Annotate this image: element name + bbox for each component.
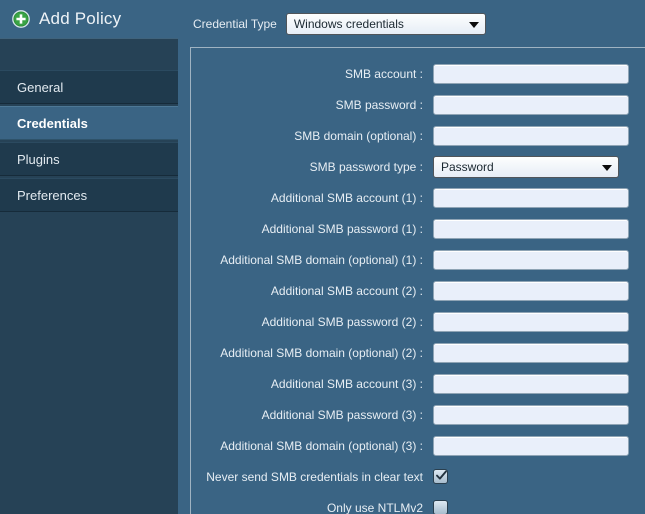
add-circle-icon (12, 10, 30, 28)
sidebar-item-label: General (17, 79, 64, 95)
credentials-form: SMB account : SMB password : SMB domain (o… (191, 48, 645, 514)
credential-type-row: Credential Type Windows credentials (193, 13, 486, 35)
credential-type-select-value[interactable]: Windows credentials (285, 13, 486, 35)
sidebar-item-label: Preferences (17, 187, 88, 203)
field-label: SMB password : (335, 97, 423, 112)
credential-type-select[interactable]: Windows credentials (285, 13, 486, 35)
text-input[interactable] (433, 435, 629, 456)
field-label: SMB account : (344, 66, 423, 81)
field-label: Never send SMB credentials in clear text (206, 469, 423, 484)
credential-type-label: Credential Type (193, 17, 277, 31)
form-row: Never send SMB credentials in clear text (191, 461, 645, 492)
text-input[interactable] (433, 373, 629, 394)
text-input[interactable] (433, 63, 629, 84)
field-label: Additional SMB account (3) : (270, 376, 423, 391)
checkbox[interactable] (433, 500, 448, 514)
field-label: Additional SMB account (1) : (270, 190, 423, 205)
add-policy-window: Add Policy Credential Type Windows crede… (0, 0, 645, 514)
text-input[interactable] (433, 311, 629, 332)
field-label: SMB password type : (309, 159, 423, 174)
select-value[interactable]: Password (433, 155, 619, 178)
form-row: SMB password : (191, 89, 645, 120)
sidebar-item-credentials[interactable]: Credentials (0, 106, 178, 140)
field-label: Additional SMB domain (optional) (3) : (220, 438, 423, 453)
form-row: Additional SMB password (2) : (191, 306, 645, 337)
text-input[interactable] (433, 280, 629, 301)
check-icon (436, 470, 447, 480)
form-row: Additional SMB domain (optional) (1) : (191, 244, 645, 275)
form-row: SMB password type : Password (191, 151, 645, 182)
text-input[interactable] (433, 218, 629, 239)
form-row: Additional SMB password (3) : (191, 399, 645, 430)
page-title: Add Policy (12, 4, 121, 34)
text-input[interactable] (433, 94, 629, 115)
field-label: Additional SMB password (1) : (261, 221, 423, 236)
text-input[interactable] (433, 342, 629, 363)
sidebar: General Credentials Plugins Preferences (0, 38, 178, 514)
field-label: Additional SMB password (3) : (261, 407, 423, 422)
form-row: Additional SMB account (3) : (191, 368, 645, 399)
text-input[interactable] (433, 187, 629, 208)
form-row: Only use NTLMv2 (191, 492, 645, 514)
form-row: Additional SMB password (1) : (191, 213, 645, 244)
text-input[interactable] (433, 125, 629, 146)
checkbox[interactable] (433, 469, 448, 484)
select-dropdown[interactable]: Password (433, 155, 619, 178)
field-label: SMB domain (optional) : (294, 128, 423, 143)
sidebar-item-label: Credentials (17, 115, 88, 131)
field-label: Additional SMB account (2) : (270, 283, 423, 298)
sidebar-item-label: Plugins (17, 151, 60, 167)
form-row: SMB domain (optional) : (191, 120, 645, 151)
window-header: Add Policy Credential Type Windows crede… (0, 0, 645, 38)
field-label: Additional SMB password (2) : (261, 314, 423, 329)
field-label: Only use NTLMv2 (326, 500, 423, 514)
form-row: Additional SMB domain (optional) (2) : (191, 337, 645, 368)
form-row: Additional SMB account (1) : (191, 182, 645, 213)
form-row: Additional SMB account (2) : (191, 275, 645, 306)
form-row: Additional SMB domain (optional) (3) : (191, 430, 645, 461)
sidebar-item-general[interactable]: General (0, 70, 178, 104)
credentials-panel: SMB account : SMB password : SMB domain (o… (190, 47, 645, 514)
sidebar-item-preferences[interactable]: Preferences (0, 178, 178, 212)
text-input[interactable] (433, 404, 629, 425)
page-title-text: Add Policy (39, 9, 122, 28)
field-label: Additional SMB domain (optional) (1) : (220, 252, 423, 267)
sidebar-item-plugins[interactable]: Plugins (0, 142, 178, 176)
text-input[interactable] (433, 249, 629, 270)
form-row: SMB account : (191, 58, 645, 89)
field-label: Additional SMB domain (optional) (2) : (220, 345, 423, 360)
